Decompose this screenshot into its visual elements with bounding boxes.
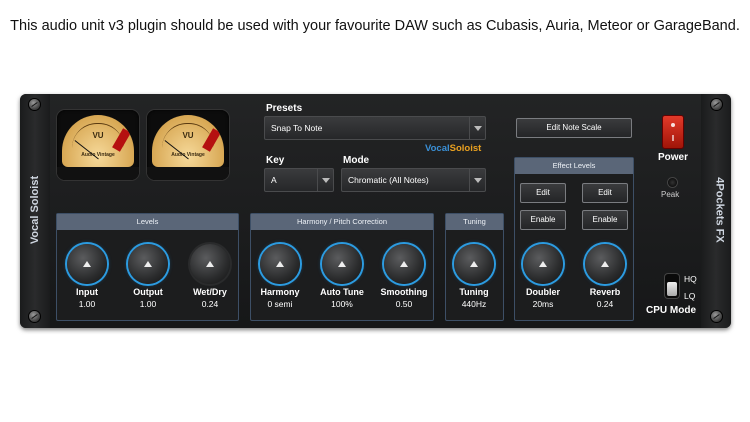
output-knob-value: 1.00 (139, 299, 157, 309)
chevron-down-icon (469, 169, 485, 191)
harmony-knob[interactable] (260, 244, 300, 284)
power-switch[interactable] (663, 116, 683, 148)
tuning-knob-label: Tuning (459, 287, 489, 297)
brand-logo: VocalSoloist (425, 143, 481, 154)
tuning-panel: Tuning Tuning 440Hz (445, 213, 504, 321)
reverb-knob-value: 0.24 (596, 299, 614, 309)
doubler-knob-label: Doubler (525, 287, 560, 297)
smoothing-knob[interactable] (384, 244, 424, 284)
reverb-knob[interactable] (585, 244, 625, 284)
power-label: Power (658, 152, 689, 163)
wet-dry-knob-value: 0.24 (201, 299, 219, 309)
input-knob-label: Input (76, 287, 98, 297)
chevron-down-icon (469, 117, 485, 139)
doubler-knob[interactable] (523, 244, 563, 284)
vu-label: VU (92, 131, 104, 140)
brand-logo-part2: Soloist (449, 143, 482, 154)
wet-dry-knob[interactable] (190, 244, 230, 284)
right-side-label: 4Pockets FX (713, 177, 726, 243)
brand-logo-part1: Vocal (425, 143, 450, 154)
screw-icon (29, 311, 40, 322)
presets-value: Snap To Note (271, 123, 323, 133)
cpu-mode-toggle[interactable] (665, 274, 679, 298)
presets-dropdown[interactable]: Snap To Note (264, 116, 486, 140)
peak-led-icon (668, 178, 677, 187)
key-label: Key (266, 155, 285, 166)
auto-tune-knob-label: Auto Tune (320, 287, 364, 297)
cpu-hq-label: HQ (684, 274, 697, 284)
doubler-edit-button[interactable]: Edit (520, 183, 566, 203)
harmony-title: Harmony / Pitch Correction (251, 214, 433, 230)
vu-label: VU (182, 131, 194, 140)
doubler-knob-value: 20ms (532, 299, 554, 309)
peak-label: Peak (661, 190, 680, 199)
output-knob-label: Output (133, 287, 163, 297)
screw-icon (711, 99, 722, 110)
smoothing-knob-label: Smoothing (380, 287, 428, 297)
auto-tune-knob[interactable] (322, 244, 362, 284)
levels-title: Levels (57, 214, 238, 230)
vu-meter-right: VU Audio Vintage (147, 110, 229, 180)
input-knob[interactable] (67, 244, 107, 284)
presets-label: Presets (266, 103, 303, 114)
tuning-knob[interactable] (454, 244, 494, 284)
left-side-label: Vocal Soloist (29, 175, 42, 245)
tuning-title: Tuning (446, 214, 503, 230)
mode-label: Mode (343, 155, 370, 166)
cpu-mode-label: CPU Mode (646, 305, 696, 316)
mode-value: Chromatic (All Notes) (348, 175, 429, 185)
reverb-edit-button[interactable]: Edit (582, 183, 628, 203)
toggle-thumb (667, 282, 677, 296)
wet-dry-knob-label: Wet/Dry (193, 287, 227, 297)
key-dropdown[interactable]: A (264, 168, 334, 192)
auto-tune-knob-value: 100% (331, 299, 353, 309)
screw-icon (711, 311, 722, 322)
doubler-enable-button[interactable]: Enable (520, 210, 566, 230)
cpu-lq-label: LQ (684, 291, 696, 301)
tuning-knob-value: 440Hz (461, 299, 487, 309)
harmony-knob-label: Harmony (260, 287, 300, 297)
effect-levels-panel: Effect Levels Edit Edit Enable Enable Do… (514, 157, 634, 321)
harmony-panel: Harmony / Pitch Correction Harmony 0 sem… (250, 213, 434, 321)
smoothing-knob-value: 0.50 (395, 299, 413, 309)
caption-text: This audio unit v3 plugin should be used… (10, 18, 740, 34)
harmony-knob-value: 0 semi (267, 299, 293, 309)
power-on-icon (671, 123, 675, 127)
edit-note-scale-button[interactable]: Edit Note Scale (516, 118, 632, 138)
vu-meter-left: VU Audio Vintage (57, 110, 139, 180)
power-off-icon (672, 135, 674, 141)
input-knob-value: 1.00 (78, 299, 96, 309)
chevron-down-icon (317, 169, 333, 191)
mode-dropdown[interactable]: Chromatic (All Notes) (341, 168, 486, 192)
plugin-panel: Vocal Soloist 4Pockets FX VU Audio Vinta… (20, 94, 731, 328)
output-knob[interactable] (128, 244, 168, 284)
screw-icon (29, 99, 40, 110)
levels-panel: Levels Input 1.00 Output 1.00 Wet/Dry 0.… (56, 213, 239, 321)
key-value: A (271, 175, 277, 185)
reverb-knob-label: Reverb (589, 287, 621, 297)
effect-levels-title: Effect Levels (515, 158, 633, 174)
reverb-enable-button[interactable]: Enable (582, 210, 628, 230)
